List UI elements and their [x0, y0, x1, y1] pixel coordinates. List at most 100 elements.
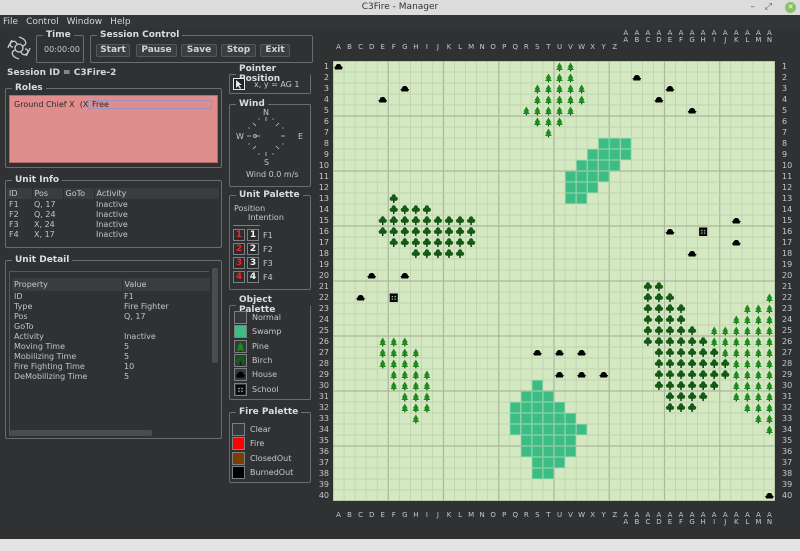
swamp-cell[interactable] [554, 457, 566, 468]
maximize-button[interactable]: ⤢ [765, 0, 772, 15]
swamp-cell[interactable] [609, 149, 621, 160]
unit-position-f3[interactable]: 3 [233, 257, 245, 269]
school-icon[interactable] [389, 293, 398, 302]
close-button[interactable]: ✕ [785, 2, 796, 13]
school-icon[interactable] [234, 382, 247, 396]
unit-detail-row[interactable]: Type Fire Fighter [12, 301, 211, 311]
swamp-cell[interactable] [554, 435, 566, 446]
col-goto[interactable]: GoTo [63, 188, 95, 199]
swamp-cell[interactable] [531, 380, 543, 391]
swamp-cell[interactable] [565, 446, 577, 457]
unit-position-f2[interactable]: 2 [233, 243, 245, 255]
role-assignment-field[interactable]: Free [88, 100, 212, 109]
unit-intention-f2[interactable]: 2 [247, 243, 259, 255]
normal-icon[interactable] [234, 311, 247, 324]
swamp-cell[interactable] [542, 457, 554, 468]
swamp-cell[interactable] [587, 182, 599, 193]
menu-file[interactable]: File [3, 15, 18, 29]
swamp-cell[interactable] [531, 402, 543, 413]
swamp-cell[interactable] [620, 138, 632, 149]
swamp-cell[interactable] [531, 424, 543, 435]
swamp-cell[interactable] [531, 391, 543, 402]
swamp-cell[interactable] [565, 193, 577, 204]
swamp-cell[interactable] [576, 160, 588, 171]
save-button[interactable]: Save [181, 44, 217, 57]
swamp-cell[interactable] [598, 160, 610, 171]
arrow-pointer-icon[interactable] [233, 78, 245, 90]
menu-help[interactable]: Help [110, 15, 131, 29]
swamp-cell[interactable] [542, 468, 554, 479]
unit-intention-f3[interactable]: 3 [247, 257, 259, 269]
unit-info-row[interactable]: F3 X, 24 Inactive [7, 219, 220, 229]
swamp-cell[interactable] [565, 424, 577, 435]
swamp-cell[interactable] [554, 402, 566, 413]
swamp-cell[interactable] [542, 402, 554, 413]
unit-intention-f4[interactable]: 4 [247, 271, 259, 283]
swamp-cell[interactable] [531, 468, 543, 479]
unit-detail-row[interactable]: GoTo [12, 321, 211, 331]
swamp-cell[interactable] [509, 402, 521, 413]
swamp-cell[interactable] [531, 446, 543, 457]
exit-button[interactable]: Exit [260, 44, 290, 57]
swamp-cell[interactable] [620, 149, 632, 160]
swamp-cell[interactable] [598, 171, 610, 182]
unit-detail-row[interactable]: ID F1 [12, 291, 211, 301]
swamp-cell[interactable] [609, 138, 621, 149]
pine-icon[interactable] [234, 339, 247, 353]
stop-button[interactable]: Stop [221, 44, 256, 57]
unit-detail-row[interactable]: Activity Inactive [12, 331, 211, 341]
swamp-cell[interactable] [554, 446, 566, 457]
map-grid[interactable] [333, 61, 775, 501]
col-activity[interactable]: Activity [94, 188, 220, 199]
swamp-cell[interactable] [542, 424, 554, 435]
pause-button[interactable]: Pause [136, 44, 177, 57]
col-value[interactable]: Value [122, 278, 211, 291]
unit-position-f1[interactable]: 1 [233, 229, 245, 241]
swamp-cell[interactable] [542, 391, 554, 402]
swamp-cell[interactable] [587, 171, 599, 182]
swamp-cell[interactable] [520, 391, 532, 402]
swamp-cell[interactable] [587, 160, 599, 171]
menu-window[interactable]: Window [67, 15, 103, 29]
fire-closedout-swatch[interactable] [232, 451, 245, 465]
unit-detail-row[interactable]: Mobilizing Time 5 [12, 351, 211, 361]
swamp-cell[interactable] [565, 413, 577, 424]
swamp-cell[interactable] [598, 149, 610, 160]
swamp-cell[interactable] [609, 160, 621, 171]
swamp-cell[interactable] [565, 435, 577, 446]
swamp-cell[interactable] [520, 402, 532, 413]
col-pos[interactable]: Pos [32, 188, 64, 199]
col-property[interactable]: Property [12, 278, 123, 291]
unit-position-f4[interactable]: 4 [233, 271, 245, 283]
col-id[interactable]: ID [7, 188, 33, 199]
unit-detail-row[interactable]: Moving Time 5 [12, 341, 211, 351]
birch-icon[interactable] [234, 353, 247, 367]
unit-detail-row[interactable]: Pos Q, 17 [12, 311, 211, 321]
start-button[interactable]: Start [96, 44, 130, 57]
unit-info-row[interactable]: F4 X, 17 Inactive [7, 229, 220, 239]
swamp-cell[interactable] [554, 424, 566, 435]
swamp-cell[interactable] [576, 193, 588, 204]
swamp-cell[interactable] [565, 182, 577, 193]
swamp-cell[interactable] [565, 171, 577, 182]
swamp-cell[interactable] [520, 424, 532, 435]
unit-detail-row[interactable]: Fire Fighting Time 10 [12, 361, 211, 371]
swamp-cell[interactable] [576, 182, 588, 193]
fire-burnedout-swatch[interactable] [232, 465, 245, 479]
swamp-cell[interactable] [542, 435, 554, 446]
swamp-cell[interactable] [509, 424, 521, 435]
fire-fire-swatch[interactable] [232, 437, 245, 451]
school-icon[interactable] [699, 227, 708, 236]
minimize-button[interactable]: – [751, 0, 756, 15]
swamp-cell[interactable] [576, 424, 588, 435]
swamp-cell[interactable] [531, 457, 543, 468]
swamp-cell[interactable] [554, 413, 566, 424]
unit-intention-f1[interactable]: 1 [247, 229, 259, 241]
swamp-cell[interactable] [520, 446, 532, 457]
swamp-cell[interactable] [542, 446, 554, 457]
swamp-cell[interactable] [520, 413, 532, 424]
fire-map[interactable] [333, 61, 775, 501]
unit-info-row[interactable]: F2 Q, 24 Inactive [7, 209, 220, 219]
unit-detail-row[interactable]: DeMobilizing Time 5 [12, 371, 211, 381]
swamp-cell[interactable] [520, 435, 532, 446]
